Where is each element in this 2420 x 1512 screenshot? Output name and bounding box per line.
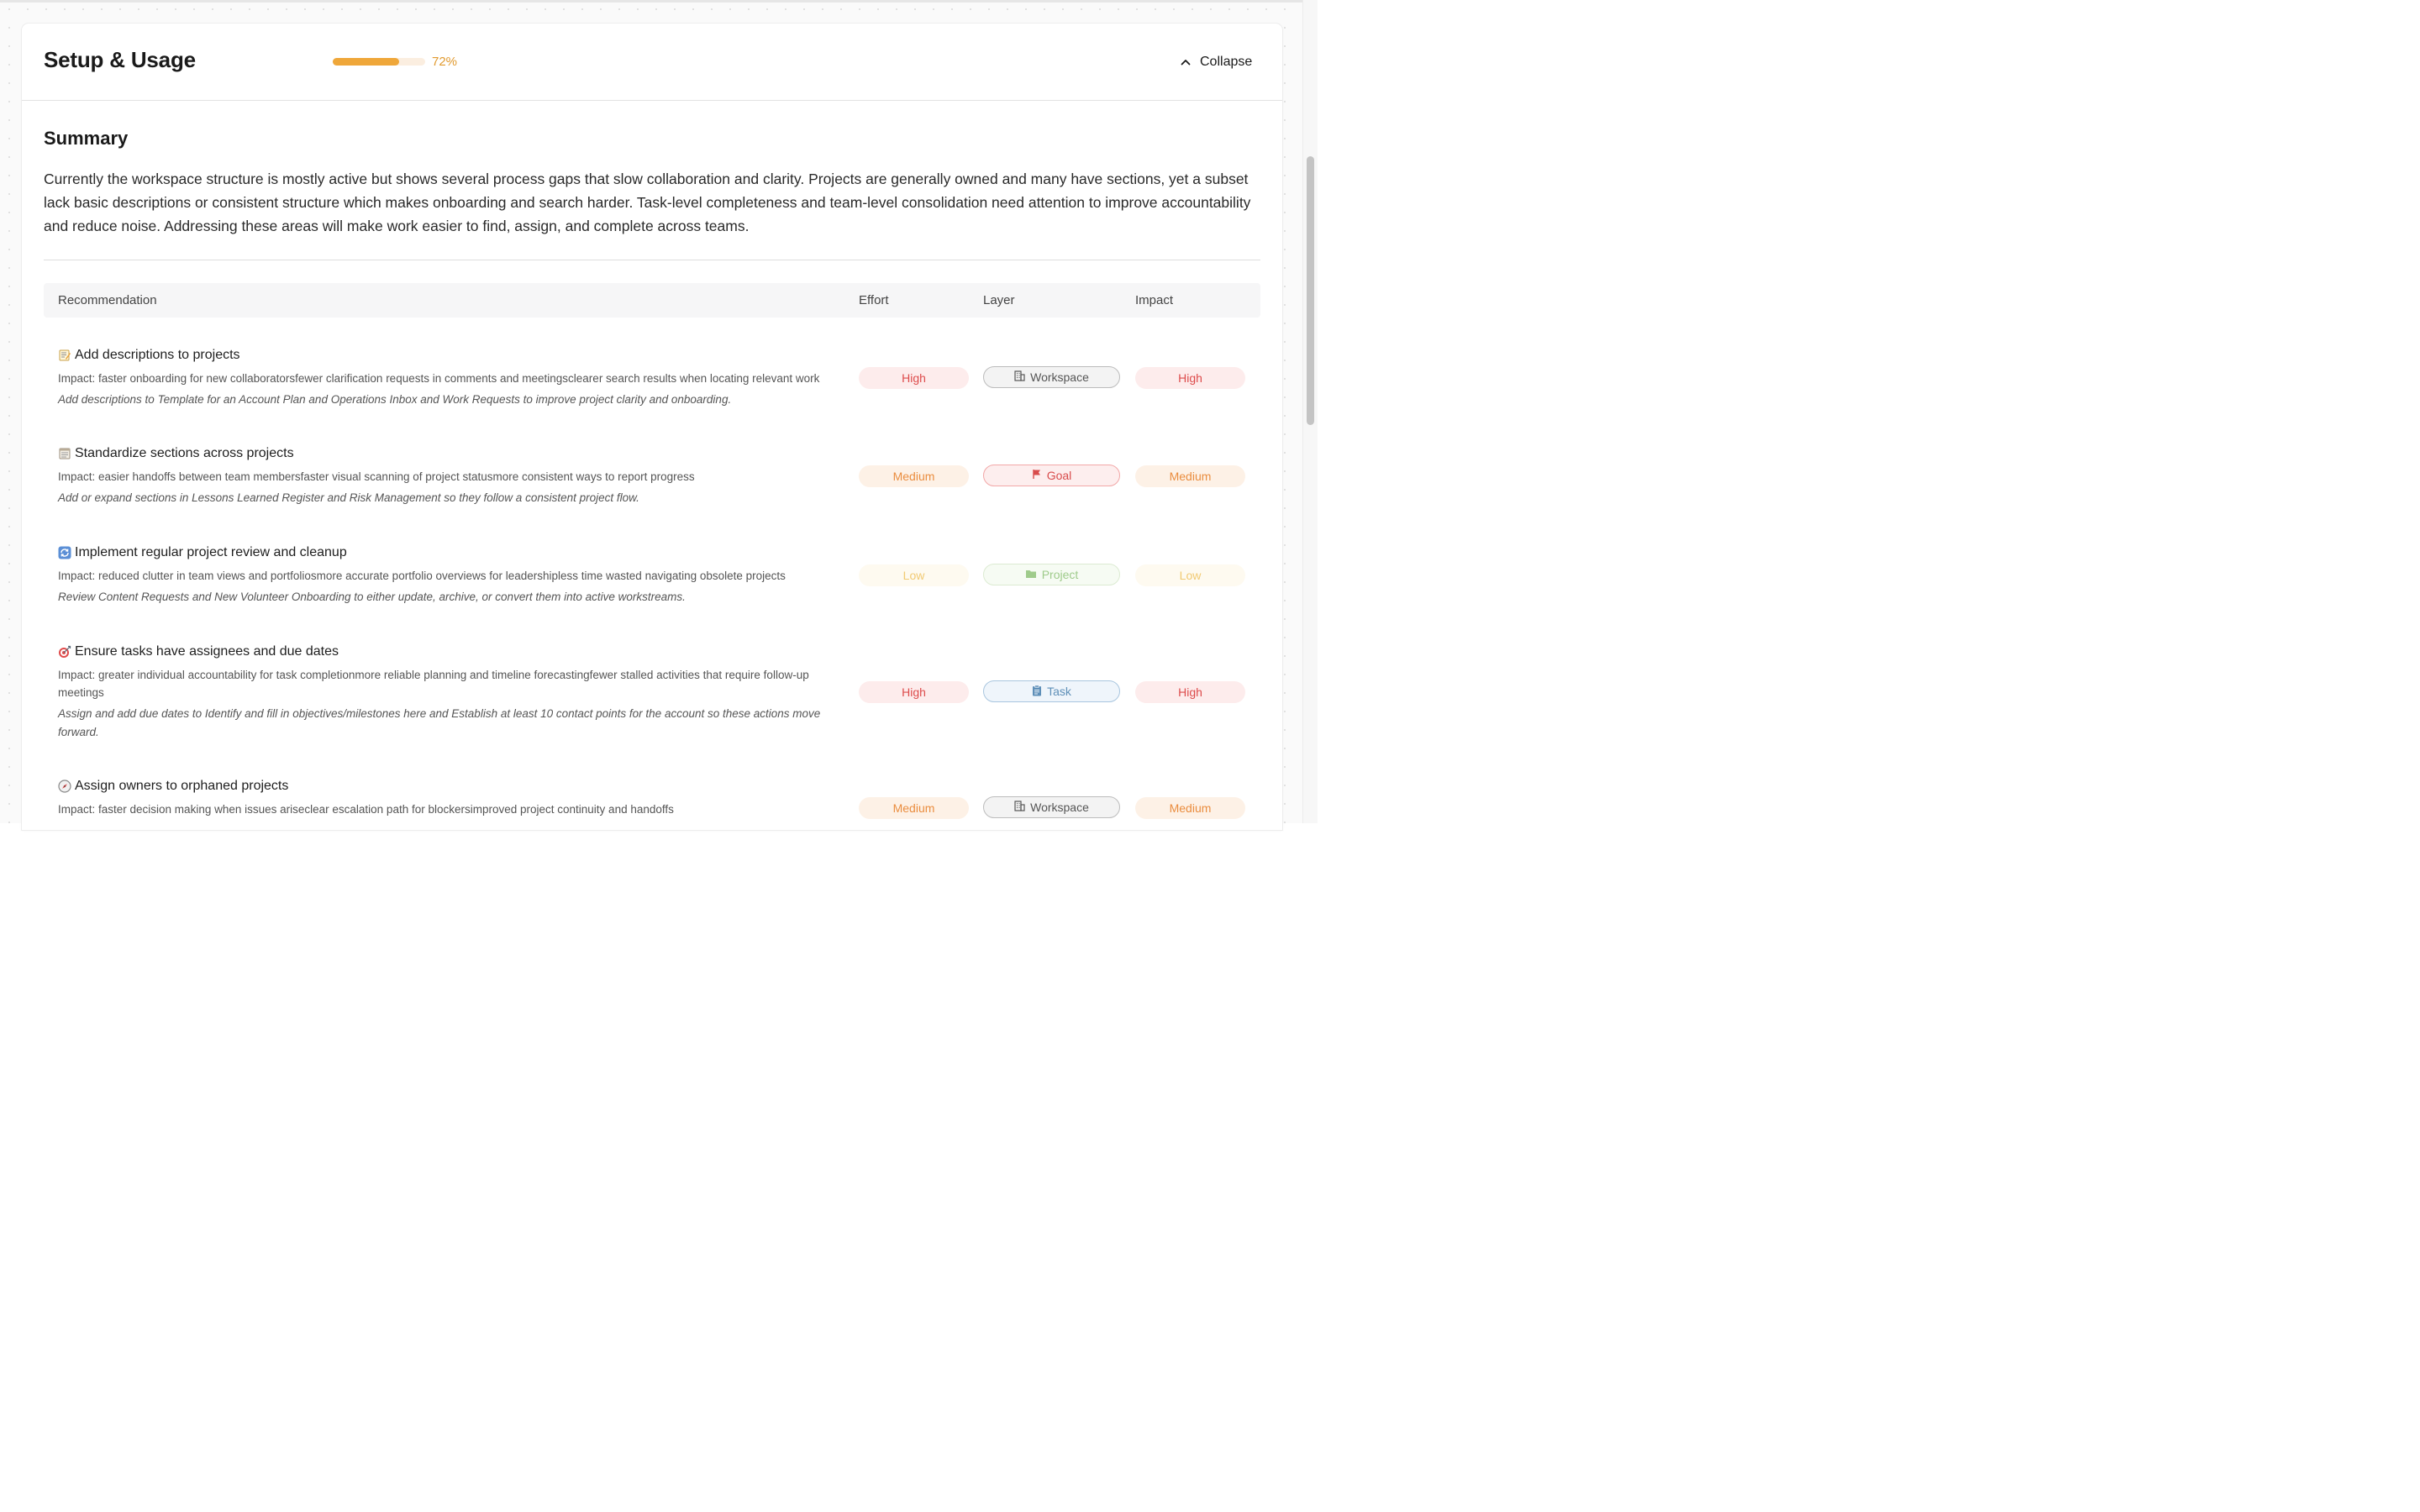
effort-badge: High: [859, 367, 969, 389]
recommendation-title: Assign owners to orphaned projects: [75, 779, 289, 793]
collapse-label: Collapse: [1200, 55, 1253, 69]
layer-badge: Task: [983, 680, 1120, 702]
impact-badge: Medium: [1135, 797, 1245, 819]
header-recommendation: Recommendation: [58, 293, 157, 307]
header-effort: Effort: [859, 293, 889, 307]
recommendation-impact: Impact: easier handoffs between team mem…: [58, 470, 695, 483]
recommendation-action: Assign and add due dates to Identify and…: [58, 707, 821, 738]
recommendation-impact: Impact: faster decision making when issu…: [58, 803, 674, 816]
header-layer: Layer: [983, 293, 1015, 307]
recommendation-title: Ensure tasks have assignees and due date…: [75, 644, 339, 659]
table-row: Add descriptions to projects Impact: fas…: [44, 348, 1260, 432]
recommendation-impact: Impact: faster onboarding for new collab…: [58, 372, 820, 385]
layer-badge: Workspace: [983, 366, 1120, 388]
recommendation-action: Review Content Requests and New Voluntee…: [58, 591, 686, 603]
recommendation-title: Add descriptions to projects: [75, 348, 240, 362]
progress-bar: [333, 58, 425, 66]
recommendation-action: Add or expand sections in Lessons Learne…: [58, 491, 639, 504]
table-row: Ensure tasks have assignees and due date…: [44, 644, 1260, 762]
summary-heading: Summary: [44, 128, 129, 149]
impact-badge: Medium: [1135, 465, 1245, 487]
notepad-icon: [58, 447, 71, 460]
progress-label: 72%: [432, 55, 458, 69]
refresh-icon: [58, 546, 71, 559]
compass-icon: [58, 780, 71, 793]
clipboard-icon: [1032, 684, 1042, 699]
layer-badge: Project: [983, 564, 1120, 585]
target-icon: [58, 645, 71, 659]
summary-text: Currently the workspace structure is mos…: [44, 171, 1251, 234]
table-row: Assign owners to orphaned projects Impac…: [44, 779, 1260, 830]
effort-badge: Medium: [859, 797, 969, 819]
impact-badge: Low: [1135, 564, 1245, 586]
recommendation-action: Add descriptions to Template for an Acco…: [58, 393, 732, 406]
building-icon: [1014, 370, 1025, 384]
recommendation-title: Implement regular project review and cle…: [75, 545, 347, 559]
layer-badge: Goal: [983, 465, 1120, 486]
layer-badge: Workspace: [983, 796, 1120, 818]
card-title: Setup & Usage: [44, 47, 196, 72]
effort-badge: Low: [859, 564, 969, 586]
header-impact: Impact: [1135, 293, 1174, 307]
setup-usage-card: Setup & Usage 72% Collapse Summary Curre…: [22, 24, 1282, 830]
card-header: Setup & Usage 72% Collapse: [22, 24, 1282, 101]
recommendation-impact: Impact: greater individual accountabilit…: [58, 669, 809, 699]
collapse-button[interactable]: Collapse: [1180, 51, 1252, 73]
impact-badge: High: [1135, 681, 1245, 703]
memo-icon: [58, 349, 71, 362]
effort-badge: High: [859, 681, 969, 703]
effort-badge: Medium: [859, 465, 969, 487]
impact-badge: High: [1135, 367, 1245, 389]
table-row: Implement regular project review and cle…: [44, 545, 1260, 629]
building-icon: [1014, 801, 1025, 814]
flag-icon: [1032, 469, 1042, 482]
table-header: Recommendation Effort Layer Impact: [44, 283, 1260, 318]
recommendation-title: Standardize sections across projects: [75, 446, 294, 460]
progress-fill: [333, 58, 400, 66]
chevron-up-icon: [1180, 56, 1192, 68]
folder-icon: [1025, 568, 1037, 581]
recommendation-impact: Impact: reduced clutter in team views an…: [58, 570, 786, 582]
top-edge: [0, 0, 1318, 3]
scrollbar-thumb[interactable]: [1307, 156, 1314, 425]
table-row: Standardize sections across projects Imp…: [44, 446, 1260, 530]
